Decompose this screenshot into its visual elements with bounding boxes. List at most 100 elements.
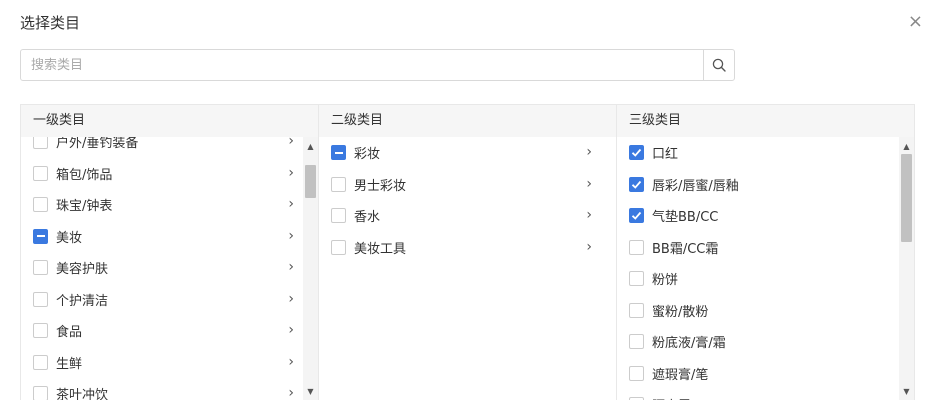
category-label: 生鲜 <box>56 356 83 372</box>
category-item[interactable]: 隔离霜 <box>617 389 898 400</box>
checkbox[interactable] <box>331 176 346 192</box>
checkbox[interactable] <box>331 145 346 160</box>
checkbox[interactable] <box>33 228 48 244</box>
search-input[interactable] <box>21 50 703 80</box>
category-item[interactable]: BB霜/CC霜 <box>617 232 898 263</box>
category-label: 粉饼 <box>652 273 679 288</box>
chevron-right-icon[interactable]: › <box>288 315 294 346</box>
checkbox[interactable] <box>33 260 48 275</box>
category-item[interactable]: 口红 <box>617 137 898 168</box>
checkbox[interactable] <box>33 197 48 212</box>
checkbox[interactable] <box>629 208 644 223</box>
chevron-right-icon[interactable]: › <box>288 137 294 157</box>
checkbox[interactable] <box>33 137 48 149</box>
chevron-right-icon[interactable]: › <box>288 221 294 252</box>
category-item[interactable]: 美妆 › <box>21 221 302 252</box>
category-label: 美容护肤 <box>56 262 109 277</box>
category-item[interactable]: 美容护肤 › <box>21 252 302 283</box>
category-label: 食品 <box>56 325 83 340</box>
chevron-right-icon[interactable]: › <box>586 137 592 168</box>
category-item[interactable]: 遮瑕膏/笔 <box>617 358 898 389</box>
checkbox[interactable] <box>331 208 346 223</box>
category-item[interactable]: 气垫BB/CC <box>617 200 898 231</box>
close-icon[interactable]: × <box>908 10 923 34</box>
checkbox[interactable] <box>331 239 346 255</box>
category-label: 气垫BB/CC <box>652 210 719 225</box>
checkbox[interactable] <box>629 176 644 192</box>
category-item[interactable]: 茶叶冲饮 › <box>21 378 302 400</box>
chevron-right-icon[interactable]: › <box>288 189 294 220</box>
column-header: 三级类目 <box>617 105 914 137</box>
category-item[interactable]: 珠宝/钟表 › <box>21 189 302 220</box>
category-item[interactable]: 蜜粉/散粉 <box>617 295 898 326</box>
category-panel: 一级类目 户外/垂钓装备 › 箱包/饰品 › 珠宝/钟表 › 美妆 › 美容护肤 › 个护清洁 › 食品… <box>20 104 915 400</box>
checkbox[interactable] <box>629 365 644 381</box>
category-item[interactable]: 粉底液/膏/霜 <box>617 326 898 357</box>
chevron-right-icon[interactable]: › <box>288 252 294 283</box>
scroll-thumb[interactable] <box>305 165 316 198</box>
column-header: 二级类目 <box>319 105 616 137</box>
check-icon <box>631 211 642 220</box>
category-column-level2: 二级类目 彩妆 › 男士彩妆 › 香水 › 美妆工具 › <box>319 105 617 400</box>
checkbox[interactable] <box>629 145 644 160</box>
scroll-up-icon[interactable]: ▲ <box>899 139 914 153</box>
scroll-up-icon[interactable]: ▲ <box>303 139 318 153</box>
checkbox[interactable] <box>33 386 48 400</box>
category-column-level1: 一级类目 户外/垂钓装备 › 箱包/饰品 › 珠宝/钟表 › 美妆 › 美容护肤 › 个护清洁 › 食品… <box>21 105 319 400</box>
checkbox[interactable] <box>33 165 48 181</box>
category-column-level3: 三级类目 口红唇彩/唇蜜/唇釉 气垫BB/CC BB霜/CC霜粉饼蜜粉/散粉粉底液/… <box>617 105 914 400</box>
category-list: 户外/垂钓装备 › 箱包/饰品 › 珠宝/钟表 › 美妆 › 美容护肤 › 个护清洁 › 食品 › 生鲜 › 茶… <box>21 137 318 400</box>
check-icon <box>631 148 642 157</box>
checkbox[interactable] <box>33 354 48 370</box>
dialog-title: 选择类目 <box>20 14 81 32</box>
category-label: 蜜粉/散粉 <box>652 304 709 320</box>
scroll-down-icon[interactable]: ▼ <box>899 384 914 398</box>
category-label: 箱包/饰品 <box>56 167 113 183</box>
category-label: 美妆工具 <box>354 241 407 257</box>
scrollbar[interactable]: ▲ ▼ <box>899 137 914 400</box>
scroll-thumb[interactable] <box>901 154 912 242</box>
search-button[interactable] <box>703 50 734 80</box>
chevron-right-icon[interactable]: › <box>586 232 592 263</box>
checkbox[interactable] <box>629 334 644 349</box>
search-box <box>20 49 735 81</box>
category-label: 口红 <box>652 147 679 162</box>
checkbox[interactable] <box>629 271 644 286</box>
category-label: 茶叶冲饮 <box>56 388 109 400</box>
chevron-right-icon[interactable]: › <box>288 347 294 378</box>
category-label: 隔离霜 <box>652 395 691 400</box>
category-item[interactable]: 男士彩妆 › <box>319 169 600 200</box>
category-item[interactable]: 户外/垂钓装备 › <box>21 137 302 157</box>
chevron-right-icon[interactable]: › <box>288 158 294 189</box>
check-icon <box>631 180 642 189</box>
search-icon <box>712 58 726 72</box>
category-item[interactable]: 粉饼 <box>617 263 898 294</box>
category-item[interactable]: 生鲜 › <box>21 347 302 378</box>
category-label: 唇彩/唇蜜/唇釉 <box>652 178 739 194</box>
category-item[interactable]: 唇彩/唇蜜/唇釉 <box>617 169 898 200</box>
chevron-right-icon[interactable]: › <box>288 378 294 400</box>
category-label: 彩妆 <box>354 147 381 162</box>
category-item[interactable]: 香水 › <box>319 200 600 231</box>
category-label: 遮瑕膏/笔 <box>652 367 709 383</box>
category-item[interactable]: 食品 › <box>21 315 302 346</box>
chevron-right-icon[interactable]: › <box>586 200 592 231</box>
category-label: 粉底液/膏/霜 <box>652 336 726 351</box>
category-item[interactable]: 个护清洁 › <box>21 284 302 315</box>
checkbox[interactable] <box>629 302 644 318</box>
checkbox[interactable] <box>33 323 48 338</box>
scroll-down-icon[interactable]: ▼ <box>303 384 318 398</box>
chevron-right-icon[interactable]: › <box>288 284 294 315</box>
category-list: 口红唇彩/唇蜜/唇釉 气垫BB/CC BB霜/CC霜粉饼蜜粉/散粉粉底液/膏/霜 遮瑕… <box>617 137 914 400</box>
category-item[interactable]: 美妆工具 › <box>319 232 600 263</box>
category-label: 美妆 <box>56 230 83 246</box>
chevron-right-icon[interactable]: › <box>586 169 592 200</box>
category-label: 户外/垂钓装备 <box>56 137 139 151</box>
checkbox[interactable] <box>629 239 644 255</box>
checkbox[interactable] <box>33 291 48 307</box>
category-label: 珠宝/钟表 <box>56 199 113 214</box>
category-item[interactable]: 箱包/饰品 › <box>21 158 302 189</box>
category-item[interactable]: 彩妆 › <box>319 137 600 168</box>
column-header: 一级类目 <box>21 105 318 137</box>
scrollbar[interactable]: ▲ ▼ <box>303 137 318 400</box>
